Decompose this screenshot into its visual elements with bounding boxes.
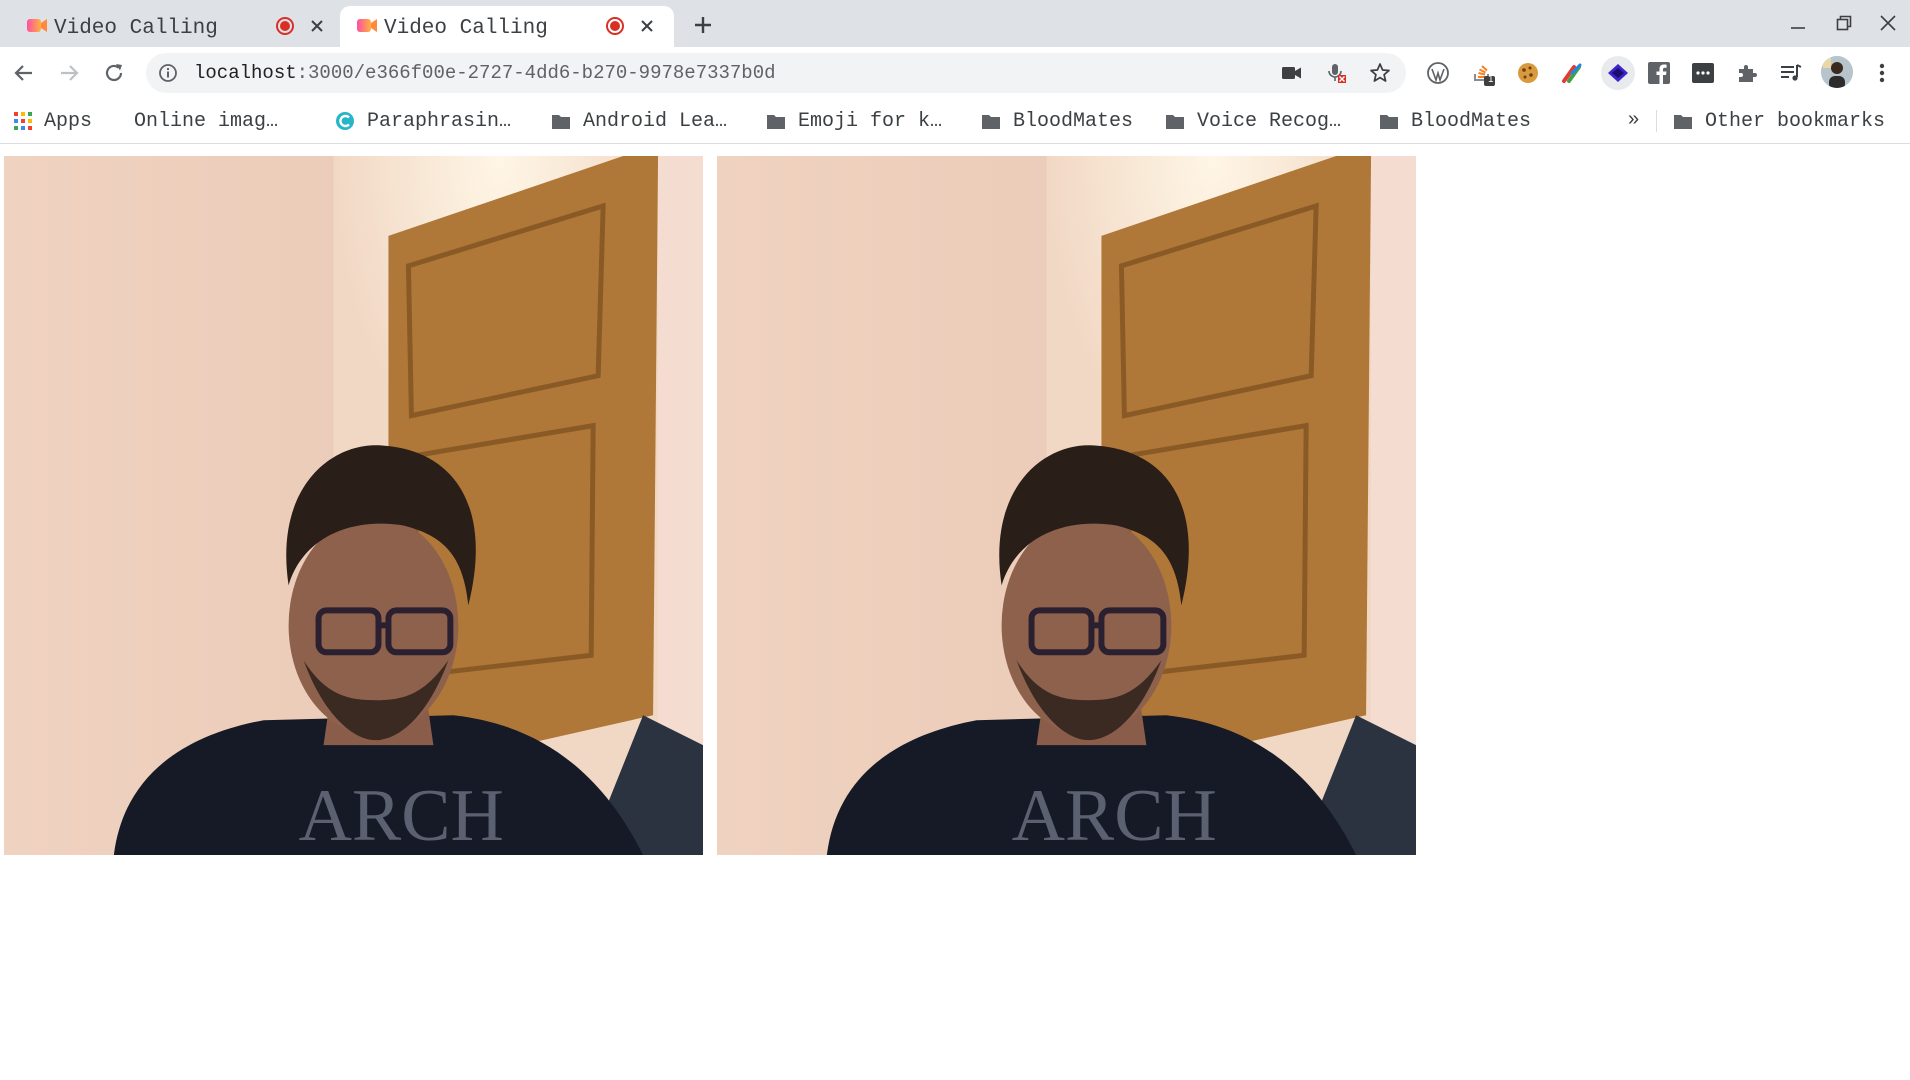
stack-overflow-extension-icon[interactable]: 1 [1470, 59, 1498, 87]
wordpress-extension-icon[interactable] [1424, 59, 1452, 87]
restore-window-button[interactable] [1824, 8, 1864, 38]
close-tab-icon[interactable] [306, 15, 328, 37]
tab-video-calling-1[interactable]: Video Calling [10, 6, 340, 47]
paraphrasing-site-icon [336, 112, 354, 130]
tab-strip: Video Calling Video Calling [0, 0, 1910, 47]
cookie-extension-icon[interactable] [1514, 59, 1542, 87]
tab-video-calling-2[interactable]: Video Calling [340, 6, 674, 47]
bookmark-other-bookmarks[interactable]: Other bookmarks [1673, 106, 1885, 136]
blank-page-icon [125, 112, 126, 130]
bookmark-label: Apps [44, 109, 93, 133]
url-text[interactable]: localhost:3000/e366f00e-2727-4dd6-b270-9… [194, 62, 776, 84]
bookmark-label: Other bookmarks [1705, 109, 1886, 133]
bookmark-label: Online imag… [134, 109, 279, 133]
page-content: ARCH ARCH [0, 145, 1910, 1080]
folder-icon [1674, 115, 1692, 129]
media-queue-icon[interactable] [1777, 59, 1805, 87]
apps-grid-icon [14, 112, 32, 130]
reload-button[interactable] [97, 56, 131, 90]
close-window-button[interactable] [1868, 8, 1908, 38]
remote-video[interactable]: ARCH [717, 156, 1416, 855]
address-bar[interactable]: localhost:3000/e366f00e-2727-4dd6-b270-9… [146, 53, 1406, 93]
bookmark-android-learning[interactable]: Android Lea… [551, 106, 727, 136]
forward-button[interactable] [52, 56, 86, 90]
bookmark-apps[interactable]: Apps [14, 106, 92, 136]
folder-icon [982, 115, 1000, 129]
url-host: localhost [194, 62, 297, 84]
folder-icon [1166, 115, 1184, 129]
bookmark-star-icon[interactable] [1368, 61, 1392, 85]
back-button[interactable] [7, 56, 41, 90]
minimize-window-button[interactable] [1778, 8, 1818, 38]
bookmark-label: BloodMates [1411, 109, 1532, 133]
bookmark-label: Paraphrasin… [367, 109, 512, 133]
facebook-extension-icon[interactable] [1645, 59, 1673, 87]
folder-icon [1380, 115, 1398, 129]
tab-title: Video Calling [54, 17, 218, 40]
bookmark-label: BloodMates [1013, 109, 1134, 133]
layers-extension-icon[interactable] [1601, 56, 1635, 90]
video-frame-image: ARCH [4, 156, 703, 855]
bookmark-label: Emoji for k… [798, 109, 943, 133]
tab-title: Video Calling [384, 17, 548, 40]
video-frame-image: ARCH [717, 156, 1416, 855]
close-tab-icon[interactable] [636, 15, 658, 37]
bookmark-voice-recognition[interactable]: Voice Recog… [1165, 106, 1341, 136]
extensions-puzzle-icon[interactable] [1733, 59, 1761, 87]
bookmarks-overflow-button[interactable]: » [1628, 108, 1639, 131]
bookmarks-divider [1656, 110, 1657, 132]
chrome-menu-icon[interactable] [1868, 59, 1896, 87]
folder-icon [552, 115, 570, 129]
extension-badge: 1 [1488, 74, 1494, 85]
bookmark-bloodmates-2[interactable]: BloodMates [1379, 106, 1531, 136]
bookmark-paraphrasing[interactable]: Paraphrasin… [335, 106, 511, 136]
recording-indicator-icon [276, 17, 294, 35]
bookmark-label: Android Lea… [583, 109, 728, 133]
svg-text:ARCH: ARCH [1012, 774, 1217, 855]
local-video[interactable]: ARCH [4, 156, 703, 855]
bookmark-emoji[interactable]: Emoji for k… [766, 106, 942, 136]
video-calling-favicon-icon [27, 19, 47, 32]
browser-toolbar: localhost:3000/e366f00e-2727-4dd6-b270-9… [0, 47, 1910, 98]
camera-in-use-icon[interactable] [1280, 61, 1304, 85]
color-picker-extension-icon[interactable] [1558, 59, 1586, 87]
microphone-blocked-icon[interactable] [1324, 61, 1348, 85]
folder-icon [767, 115, 785, 129]
new-tab-button[interactable] [688, 10, 718, 40]
bookmark-bloodmates-1[interactable]: BloodMates [981, 106, 1133, 136]
svg-text:ARCH: ARCH [299, 774, 504, 855]
bookmark-label: Voice Recog… [1197, 109, 1342, 133]
profile-avatar[interactable] [1821, 56, 1853, 88]
recording-indicator-icon [606, 17, 624, 35]
bookmarks-bar: Apps Online imag… Paraphrasin… Android L… [0, 98, 1910, 144]
video-calling-favicon-icon [357, 19, 377, 32]
bookmark-online-image[interactable]: Online imag… [125, 106, 278, 136]
url-path: :3000/e366f00e-2727-4dd6-b270-9978e7337b… [296, 62, 776, 84]
site-info-icon[interactable] [158, 63, 178, 83]
dots-extension-icon[interactable] [1689, 59, 1717, 87]
